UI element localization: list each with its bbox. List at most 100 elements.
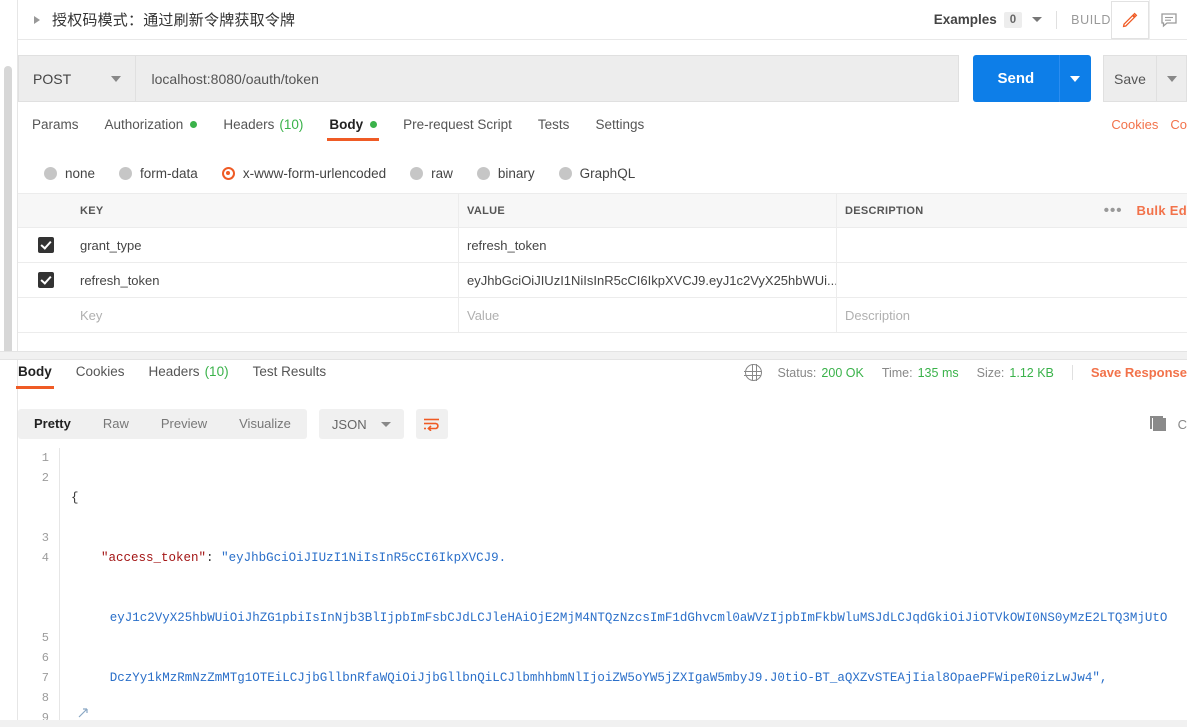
line-number-blank (18, 488, 59, 508)
checkbox-checked-icon (38, 237, 54, 253)
response-tab-test-results[interactable]: Test Results (253, 364, 327, 389)
view-preview[interactable]: Preview (145, 409, 223, 439)
response-format-value: JSON (331, 416, 367, 432)
tab-label: Headers (223, 117, 275, 132)
row-description[interactable] (836, 263, 1187, 297)
chevron-down-icon (1070, 75, 1081, 82)
new-description-input[interactable]: Description (836, 298, 1187, 332)
time-label: Time: (881, 365, 913, 380)
tab-label: Cookies (75, 364, 125, 379)
tab-label: Tests (537, 117, 570, 132)
copy-label[interactable]: C (1178, 417, 1187, 432)
resize-handle-icon[interactable] (78, 708, 88, 718)
save-options-button[interactable] (1157, 55, 1187, 102)
tab-label: Pre-request Script (403, 117, 512, 132)
code-link[interactable]: Co (1170, 117, 1187, 132)
triangle-right-icon[interactable] (34, 15, 40, 24)
copy-icon[interactable] (1149, 415, 1166, 431)
line-number: 8 (41, 691, 49, 705)
body-type-form-data[interactable]: form-data (119, 166, 198, 181)
body-type-none[interactable]: none (44, 166, 95, 181)
response-tab-cookies[interactable]: Cookies (76, 364, 125, 389)
url-value: localhost:8080/oauth/token (151, 70, 319, 87)
url-bar: POST localhost:8080/oauth/token Send Sav… (18, 55, 1187, 102)
body-type-radio-group: none form-data x-www-form-urlencoded raw… (18, 158, 1187, 188)
tab-label: Body (329, 117, 364, 132)
wrap-lines-button[interactable] (415, 409, 448, 439)
ellipsis-icon[interactable]: ••• (1104, 202, 1123, 219)
body-type-raw[interactable]: raw (410, 166, 453, 181)
radio-label: GraphQL (579, 165, 636, 181)
radio-label: form-data (140, 165, 198, 181)
radio-label: x-www-form-urlencoded (242, 165, 387, 181)
response-tabs: Body Cookies Headers (10) Test Results S… (16, 363, 1187, 394)
code-line-continued: eyJ1c2VyX25hbWUiOiJhZG1pbiIsInNjb3BlIjpb… (71, 608, 1187, 628)
params-table: KEY VALUE DESCRIPTION ••• Bulk Ed grant_… (18, 193, 1187, 333)
send-button[interactable]: Send (972, 55, 1060, 102)
radio-label: binary (497, 165, 535, 181)
row-value[interactable]: refresh_token (458, 228, 836, 262)
view-raw[interactable]: Raw (87, 409, 145, 439)
line-number-blank (18, 508, 59, 528)
body-type-graphql[interactable]: GraphQL (558, 165, 636, 181)
table-row[interactable]: grant_type refresh_token (18, 228, 1187, 263)
radio-label: none (65, 165, 96, 181)
send-options-button[interactable] (1059, 55, 1091, 102)
body-type-binary[interactable]: binary (476, 165, 535, 181)
tab-body[interactable]: Body (327, 117, 379, 141)
bulk-edit-button[interactable]: Bulk Ed (1137, 203, 1187, 218)
response-tab-headers[interactable]: Headers (10) (149, 364, 229, 389)
page-title: 授权码模式：通过刷新令牌获取令牌 (52, 12, 296, 29)
url-input[interactable]: localhost:8080/oauth/token (134, 55, 959, 102)
tab-pre-request-script[interactable]: Pre-request Script (403, 117, 512, 141)
chevron-down-icon (1166, 75, 1177, 82)
comment-button[interactable] (1149, 0, 1187, 40)
new-key-input[interactable]: Key (74, 308, 458, 323)
row-key[interactable]: refresh_token (74, 273, 458, 288)
cookies-link[interactable]: Cookies (1111, 117, 1158, 132)
line-number-blank (18, 608, 59, 628)
row-checkbox-cell[interactable] (18, 263, 74, 297)
json-code: { "access_token": "eyJhbGciOiJIUzI1NiIsI… (71, 448, 1187, 720)
save-response-button[interactable]: Save Response (1071, 365, 1187, 380)
tab-headers[interactable]: Headers (10) (223, 117, 303, 141)
tab-tests[interactable]: Tests (538, 117, 570, 141)
edit-button[interactable] (1111, 0, 1149, 39)
row-value[interactable]: eyJhbGciOiJIUzI1NiIsInR5cCI6IkpXVCJ9.eyJ… (458, 263, 836, 297)
bottom-bar (0, 720, 1187, 727)
row-key[interactable]: grant_type (74, 238, 458, 253)
row-description[interactable] (836, 228, 1187, 262)
tab-label: Authorization (104, 117, 184, 132)
tabs-right-links: Cookies Co (1111, 117, 1187, 132)
build-label[interactable]: BUILD (1071, 13, 1111, 27)
body-type-x-www-form-urlencoded[interactable]: x-www-form-urlencoded (221, 165, 387, 181)
status-value: 200 OK (821, 365, 864, 380)
new-value-input[interactable]: Value (458, 298, 836, 332)
http-method-select[interactable]: POST (18, 55, 135, 102)
tab-settings[interactable]: Settings (595, 117, 644, 141)
view-visualize[interactable]: Visualize (223, 409, 307, 439)
radio-icon (119, 166, 133, 180)
pane-splitter[interactable] (0, 351, 1187, 360)
code-line: "access_token": "eyJhbGciOiJIUzI1NiIsInR… (101, 551, 507, 565)
comment-icon (1160, 12, 1177, 27)
save-button[interactable]: Save (1102, 55, 1158, 102)
response-format-select[interactable]: JSON (318, 409, 404, 439)
response-tab-body[interactable]: Body (16, 364, 54, 389)
tab-authorization[interactable]: Authorization (105, 117, 198, 141)
column-description-label: DESCRIPTION (845, 204, 924, 217)
chevron-down-icon[interactable] (1032, 17, 1043, 22)
size-label: Size: (976, 365, 1005, 380)
tab-label: Headers (148, 364, 200, 379)
response-toolbar: Pretty Raw Preview Visualize JSON C (18, 406, 1187, 442)
examples-label: Examples (933, 12, 997, 27)
table-row-empty[interactable]: Key Value Description (18, 298, 1187, 333)
column-key: KEY (80, 204, 104, 217)
response-body-viewer[interactable]: 1 2 3 4 5 6 7 8 9 { "access_token": "eyJ… (18, 448, 1187, 720)
tab-params[interactable]: Params (32, 117, 79, 141)
time-value: 135 ms (917, 365, 959, 380)
row-checkbox-cell[interactable] (18, 228, 74, 262)
view-pretty[interactable]: Pretty (18, 409, 87, 439)
table-row[interactable]: refresh_token eyJhbGciOiJIUzI1NiIsInR5cC… (18, 263, 1187, 298)
vertical-scrollbar[interactable] (4, 66, 12, 356)
